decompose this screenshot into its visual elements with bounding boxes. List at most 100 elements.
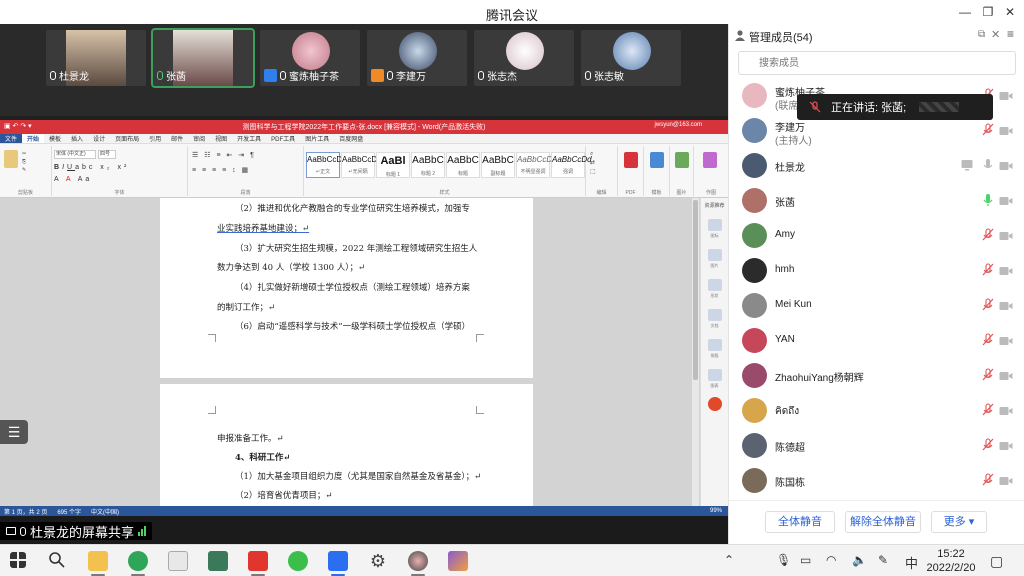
font-name-select: 宋体 (中文正) [54,150,96,159]
video-tile[interactable]: 杜景龙 [46,30,146,86]
member-name: 杜景龙 [775,163,805,174]
camera-off-icon[interactable] [999,265,1013,275]
mute-all-button[interactable]: 全体静音 [765,511,835,533]
pdf-icon [624,152,638,168]
search-icon[interactable] [48,551,66,569]
mic-icon [50,71,56,80]
camera-off-icon[interactable] [999,370,1013,380]
mic-icon [478,71,484,80]
edge-icon[interactable] [128,551,148,571]
floating-menu-button[interactable]: ☰ [0,420,28,444]
image-viewer-icon[interactable] [208,551,228,571]
mic-tray-icon[interactable]: 🎙 [776,553,791,567]
close-button[interactable]: ✕ [996,0,1024,24]
member-row[interactable]: Amy [729,218,1024,253]
member-row[interactable]: ZhaohuiYang杨朝辉 [729,358,1024,393]
notepad-icon[interactable] [168,551,188,571]
settings-icon[interactable]: ⚙ [368,551,388,571]
mic-muted-icon[interactable] [982,298,994,312]
camera-off-icon[interactable] [999,125,1013,135]
member-row[interactable]: 陈国栋 [729,463,1024,498]
camera-off-icon[interactable] [999,475,1013,485]
doc-line: （1）加大基金项目组织力度（尤其是国家自然基金及省基金）；↵ [235,472,482,482]
browser-icon[interactable] [408,551,428,571]
unmute-all-button[interactable]: 解除全体静音 [845,511,921,533]
word-account: jwsyun@163.com [654,122,702,128]
picture-icon [675,152,689,168]
mic-muted-icon[interactable] [982,123,994,137]
mic-muted-icon[interactable] [982,438,994,452]
doc-line: （2）培育省优青项目；↵ [235,491,333,501]
font-size-select: 四号 [98,150,116,159]
avatar [292,32,330,70]
mic-muted-icon[interactable] [982,403,994,417]
mic-icon[interactable] [982,158,994,172]
image-icon [707,249,722,261]
camera-off-icon[interactable] [999,90,1013,100]
avatar [742,433,767,458]
screen-icon [6,527,16,535]
mic-icon[interactable] [982,193,994,207]
video-strip: 杜景龙 张菡 蜜炼柚子茶 李建万 张志杰 张志敏 [0,24,728,144]
tencent-meeting-icon[interactable] [328,551,348,571]
screen-share-label[interactable]: 杜景龙的屏幕共享 [0,522,153,540]
camera-off-icon[interactable] [999,230,1013,240]
member-row[interactable]: 张菡 [729,183,1024,218]
mic-muted-icon[interactable] [982,263,994,277]
tile-name: 张志敏 [594,72,624,83]
video-tile[interactable]: 张菡 [151,28,255,88]
tab-view: 视图 [215,137,228,143]
style-heading-2: AaBbC 标题 2 [411,152,445,178]
notification-icon[interactable]: ▢ [990,553,1003,570]
shared-screen: ▣ ↶ ↷ ▾ 测图科学与工程学院2022年工作要点-张.docx [兼容模式]… [0,120,728,516]
app-icon[interactable] [448,551,468,571]
ime-indicator[interactable]: 中 [905,553,918,572]
clock[interactable]: 15:22 2022/2/20 [922,547,980,575]
mic-muted-icon[interactable] [982,473,994,487]
clock-time: 15:22 [937,548,965,560]
style-title: AaBbC 标题 [446,152,480,178]
member-row[interactable]: 杜景龙 [729,148,1024,183]
tab-mailings: 邮件 [171,137,184,143]
member-row[interactable]: คิดถึง [729,393,1024,428]
search-input[interactable] [738,51,1016,75]
more-button[interactable]: 更多 ▾ [931,511,987,533]
panel-menu-icon[interactable]: ≡ [1007,27,1014,41]
member-row[interactable]: Mei Kun [729,288,1024,323]
member-row[interactable]: hmh [729,253,1024,288]
wechat-icon[interactable] [288,551,308,571]
member-row[interactable]: YAN [729,323,1024,358]
camera-off-icon[interactable] [999,335,1013,345]
file-explorer-icon[interactable] [88,551,108,571]
volume-icon[interactable]: 🔈 [852,553,867,567]
tile-name: 蜜炼柚子茶 [289,72,339,83]
camera-off-icon[interactable] [999,195,1013,205]
video-tile[interactable]: 张志敏 [581,30,681,86]
tray-chevron-icon[interactable]: ⌃ [724,553,734,567]
mic-muted-icon[interactable] [982,333,994,347]
style-emphasis: AaBbCcDd 强调 [551,152,592,178]
redacted-block [919,102,959,112]
wifi-icon[interactable]: ◠ [826,553,836,567]
speaking-indicator: 正在讲话: 张菡; [797,94,993,120]
pen-icon[interactable]: ✎ [878,553,888,567]
battery-icon[interactable]: ▭ [800,553,811,567]
avatar [742,188,767,213]
start-icon[interactable] [10,552,26,568]
video-tile[interactable]: 蜜炼柚子茶 [260,30,360,86]
member-name: Mei Kun [775,299,812,310]
camera-off-icon[interactable] [999,440,1013,450]
camera-off-icon[interactable] [999,405,1013,415]
camera-off-icon[interactable] [999,300,1013,310]
video-tile[interactable]: 李建万 [367,30,467,86]
member-row[interactable]: 陈德超 [729,428,1024,463]
mic-muted-icon[interactable] [982,368,994,382]
mic-muted-icon[interactable] [982,228,994,242]
camera-off-icon[interactable] [999,160,1013,170]
close-panel-icon[interactable]: ✕ [991,28,1000,41]
video-tile[interactable]: 张志杰 [474,30,574,86]
popout-icon[interactable]: ⧉ [978,29,985,40]
avatar [742,118,767,143]
wps-icon[interactable] [248,551,268,571]
tab-file: 文件 [0,134,23,143]
